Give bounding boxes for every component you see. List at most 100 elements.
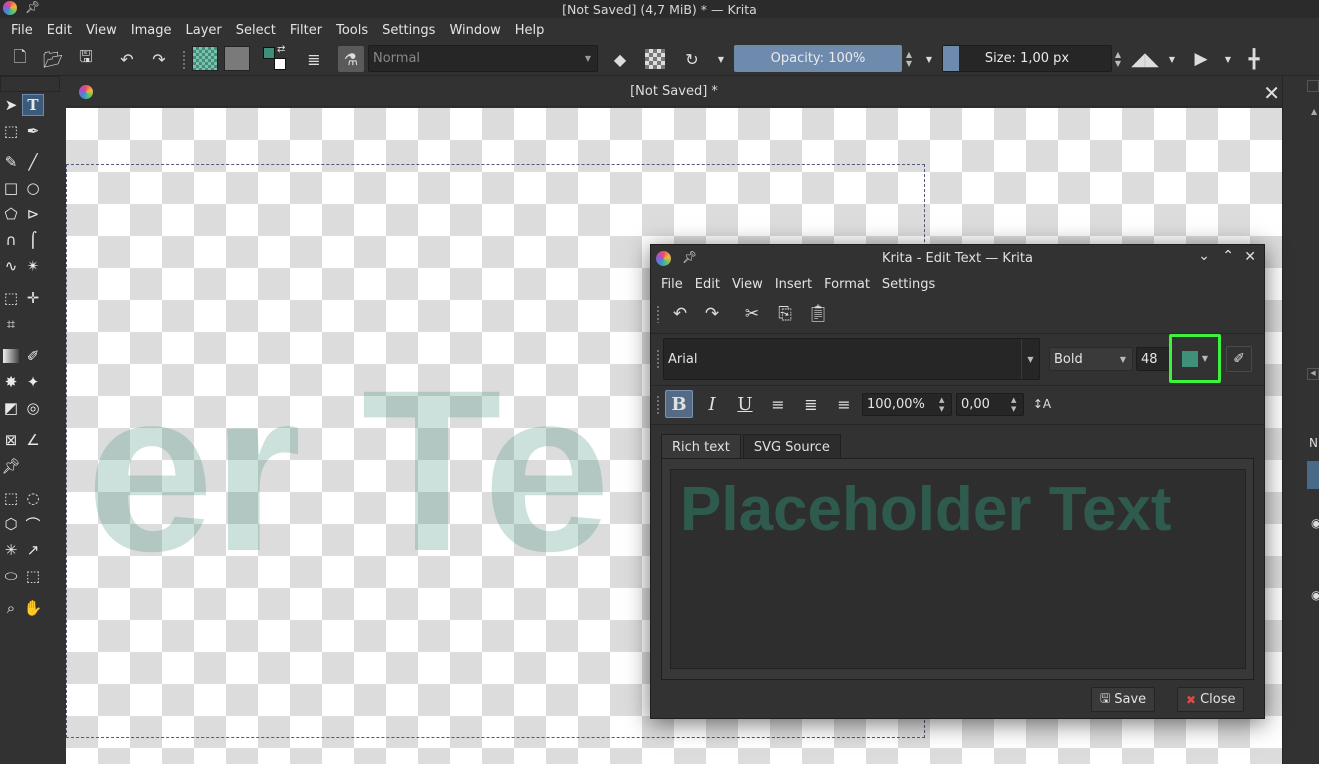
pattern-preset-button[interactable] bbox=[224, 46, 250, 71]
text-color-button[interactable]: ▼ bbox=[1169, 334, 1221, 383]
dialog-menu-format[interactable]: Format bbox=[818, 277, 876, 292]
chevron-down-icon[interactable]: ▼ bbox=[1161, 48, 1183, 70]
ellipse-tool-icon[interactable]: ○ bbox=[22, 177, 44, 199]
menu-filter[interactable]: Filter bbox=[283, 23, 329, 38]
freehand-brush-icon[interactable]: ✎ bbox=[0, 151, 22, 173]
polyline-tool-icon[interactable]: ⊳ bbox=[22, 203, 44, 225]
move-tool-icon[interactable]: ✛ bbox=[22, 287, 44, 309]
close-button[interactable]: ✖ Close bbox=[1177, 687, 1245, 712]
align-right-icon[interactable]: ≡ bbox=[830, 390, 858, 418]
dialog-menu-settings[interactable]: Settings bbox=[876, 277, 941, 292]
measure-tool-icon[interactable]: ∠ bbox=[22, 429, 44, 451]
eye-icon[interactable]: ◉ bbox=[1311, 516, 1319, 530]
dynamic-brush-icon[interactable]: ∿ bbox=[0, 255, 22, 277]
rich-text-editor[interactable]: Placeholder Text bbox=[670, 469, 1246, 669]
eraser-icon[interactable]: ◆ bbox=[609, 48, 631, 70]
chevron-down-icon[interactable]: ▼ bbox=[710, 48, 732, 70]
menu-window[interactable]: Window bbox=[442, 23, 507, 38]
underline-button[interactable]: U bbox=[731, 390, 759, 418]
document-tab-title[interactable]: [Not Saved] * bbox=[66, 84, 1282, 99]
menu-view[interactable]: View bbox=[79, 23, 124, 38]
calligraphy-icon[interactable]: ✒ bbox=[22, 120, 44, 142]
align-left-icon[interactable]: ≡ bbox=[764, 390, 792, 418]
freehand-path-icon[interactable]: ⌠ bbox=[22, 229, 44, 251]
menu-edit[interactable]: Edit bbox=[40, 23, 79, 38]
ellipse-select-icon[interactable]: ◌ bbox=[22, 487, 44, 509]
layer-row-selected[interactable] bbox=[1307, 461, 1319, 489]
menu-help[interactable]: Help bbox=[508, 23, 552, 38]
mirror-horizontal-icon[interactable]: ◢◣ bbox=[1131, 48, 1159, 70]
brush-preset-icon[interactable]: ⚗ bbox=[338, 46, 364, 72]
assistant-tool-icon[interactable]: ✦ bbox=[22, 371, 44, 393]
chevron-down-icon[interactable]: ▼ bbox=[918, 48, 940, 70]
pin-icon[interactable]: 📌︎ bbox=[682, 250, 697, 264]
tab-rich-text[interactable]: Rich text bbox=[661, 434, 741, 459]
menu-tools[interactable]: Tools bbox=[329, 23, 375, 38]
select-shapes-icon[interactable]: ➤ bbox=[0, 94, 22, 116]
toolbar-grip[interactable] bbox=[656, 305, 660, 323]
paste-icon[interactable]: 📋︎ bbox=[805, 301, 831, 327]
reference-images-icon[interactable]: 📌︎ bbox=[0, 455, 22, 477]
pan-tool-icon[interactable]: ✋ bbox=[22, 597, 44, 619]
open-folder-icon[interactable]: 📂︎ bbox=[42, 48, 64, 70]
freehand-select-icon[interactable]: ⌒ bbox=[22, 513, 44, 535]
zoom-tool-icon[interactable]: ⌕ bbox=[0, 597, 22, 619]
toolbar-grip[interactable] bbox=[656, 395, 660, 415]
perspective-grid-icon[interactable]: ⊠ bbox=[0, 429, 22, 451]
line-tool-icon[interactable]: ╱ bbox=[22, 151, 44, 173]
multibrush-icon[interactable]: ✴ bbox=[22, 255, 44, 277]
background-color-swatch[interactable] bbox=[274, 58, 286, 70]
menu-image[interactable]: Image bbox=[124, 23, 179, 38]
menu-file[interactable]: File bbox=[4, 23, 40, 38]
canvas-text-shape[interactable]: er Te bbox=[86, 338, 611, 603]
edit-shapes-icon[interactable]: ⬚ bbox=[0, 120, 22, 142]
size-spin-arrows[interactable]: ▲ ▼ bbox=[1112, 47, 1124, 71]
undo-icon[interactable]: ↶ bbox=[116, 48, 138, 70]
italic-button[interactable]: I bbox=[698, 390, 726, 418]
color-picker-icon[interactable]: ✐ bbox=[22, 345, 44, 367]
letter-spacing-spinbox[interactable]: 0,00 ▲ ▼ bbox=[956, 393, 1024, 416]
bold-button[interactable]: B bbox=[665, 390, 693, 418]
dock-tab[interactable] bbox=[1307, 80, 1319, 92]
copy-icon[interactable]: ⎘ bbox=[772, 301, 798, 327]
pin-icon[interactable]: 📌︎ bbox=[25, 0, 40, 14]
new-document-icon[interactable]: 🗋︎ bbox=[9, 47, 31, 70]
toolbar-grip[interactable] bbox=[656, 349, 660, 369]
tab-svg-source[interactable]: SVG Source bbox=[742, 434, 841, 459]
dialog-menu-edit[interactable]: Edit bbox=[689, 277, 726, 292]
redo-icon[interactable]: ↷ bbox=[148, 48, 170, 70]
redo-icon[interactable]: ↷ bbox=[699, 301, 725, 327]
chevron-up-icon[interactable]: ▲ bbox=[1311, 107, 1317, 116]
font-size-select[interactable]: 48 bbox=[1136, 347, 1172, 371]
gradient-preset-button[interactable] bbox=[192, 46, 218, 71]
blend-mode-select[interactable]: Normal ▼ bbox=[368, 45, 598, 72]
menu-layer[interactable]: Layer bbox=[179, 23, 229, 38]
bezier-select-icon[interactable]: ⬭ bbox=[0, 565, 22, 587]
magnetic-select-icon[interactable]: ⬚ bbox=[22, 565, 44, 587]
smart-patch-icon[interactable]: ✸ bbox=[0, 371, 22, 393]
dialog-menu-view[interactable]: View bbox=[726, 277, 769, 292]
menu-settings[interactable]: Settings bbox=[375, 23, 442, 38]
chevron-left-icon[interactable]: ◀ bbox=[1307, 368, 1319, 380]
polygon-select-icon[interactable]: ⬡ bbox=[0, 513, 22, 535]
eyedropper-icon[interactable]: ✐ bbox=[1226, 346, 1252, 372]
transform-tool-icon[interactable]: ⬚ bbox=[0, 287, 22, 309]
save-icon[interactable]: 🖫︎ bbox=[75, 47, 97, 70]
kerning-icon[interactable]: ↕A bbox=[1028, 390, 1056, 418]
font-family-select[interactable]: Arial ▼ bbox=[663, 338, 1040, 380]
fg-bg-color-selector[interactable]: ⇄ bbox=[262, 44, 288, 72]
line-height-spinbox[interactable]: 100,00% ▲ ▼ bbox=[862, 393, 952, 416]
save-button[interactable]: 🖫︎ Save bbox=[1091, 687, 1156, 712]
spin-arrows[interactable]: ▲ ▼ bbox=[939, 394, 949, 415]
wrap-around-icon[interactable]: ╋ bbox=[1243, 48, 1265, 70]
brush-size-slider[interactable]: Size: 1,00 px bbox=[942, 45, 1112, 72]
eye-icon[interactable]: ◉ bbox=[1311, 588, 1319, 602]
mirror-vertical-icon[interactable]: ▶ bbox=[1190, 48, 1212, 70]
similar-select-icon[interactable]: ↗ bbox=[22, 539, 44, 561]
menu-select[interactable]: Select bbox=[229, 23, 283, 38]
preserve-alpha-icon[interactable] bbox=[645, 49, 665, 69]
minimize-icon[interactable]: ⌄ bbox=[1198, 248, 1210, 264]
opacity-slider[interactable]: Opacity: 100% bbox=[734, 45, 902, 72]
crop-tool-icon[interactable]: ⌗ bbox=[0, 313, 22, 335]
reload-preset-icon[interactable]: ↻ bbox=[681, 48, 703, 70]
